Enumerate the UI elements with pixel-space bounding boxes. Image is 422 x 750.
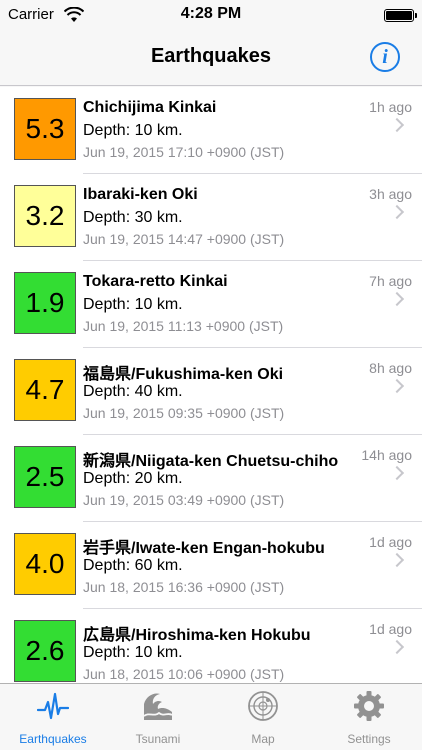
earthquake-row[interactable]: 4.0 岩手県/Iwate-ken Engan-hokubu Depth: 60… (0, 522, 422, 609)
epicenter-label: Ibaraki-ken Oki (83, 186, 198, 203)
time-ago-label: 8h ago (369, 360, 412, 376)
magnitude-badge: 2.5 (14, 446, 76, 508)
magnitude-badge: 3.2 (14, 185, 76, 247)
earthquake-row[interactable]: 5.3 Chichijima Kinkai Depth: 10 km. Jun … (0, 87, 422, 174)
depth-label: Depth: 10 km. (83, 644, 183, 661)
info-icon[interactable]: i (370, 42, 400, 72)
epicenter-label: 新潟県/Niigata-ken Chuetsu-chiho (83, 453, 339, 470)
time-ago-label: 1d ago (369, 621, 412, 637)
datetime-label: Jun 18, 2015 16:36 +0900 (JST) (83, 579, 285, 595)
gear-icon (354, 691, 384, 721)
datetime-label: Jun 19, 2015 03:49 +0900 (JST) (83, 492, 285, 508)
tab-tsunami[interactable]: Tsunami (105, 684, 211, 750)
epicenter-label: 広島県/Hiroshima-ken Hokubu (83, 627, 311, 644)
magnitude-badge: 4.7 (14, 359, 76, 421)
tab-label: Tsunami (135, 732, 181, 746)
chevron-right-icon (389, 465, 405, 481)
earthquake-row[interactable]: 3.2 Ibaraki-ken Oki Depth: 30 km. Jun 19… (0, 174, 422, 261)
tab-label: Settings (347, 732, 391, 746)
earthquake-row[interactable]: 2.5 新潟県/Niigata-ken Chuetsu-chiho Depth:… (0, 435, 422, 522)
seismograph-icon (37, 692, 69, 720)
time-ago-label: 3h ago (369, 186, 412, 202)
epicenter-label: 福島県/Fukushima-ken Oki (83, 366, 284, 383)
tab-label: Map (251, 732, 275, 746)
tab-label: Earthquakes (19, 732, 87, 746)
time-ago-label: 1h ago (369, 99, 412, 115)
depth-label: Depth: 30 km. (83, 209, 183, 226)
chevron-right-icon (389, 291, 405, 307)
datetime-label: Jun 18, 2015 10:06 +0900 (JST) (83, 666, 285, 682)
status-bar: Carrier 4:28 PM (0, 0, 422, 30)
datetime-label: Jun 19, 2015 09:35 +0900 (JST) (83, 405, 285, 421)
chevron-right-icon (389, 204, 405, 220)
navigation-bar: Earthquakes i (0, 30, 422, 86)
chevron-right-icon (389, 378, 405, 394)
earthquake-row[interactable]: 2.6 広島県/Hiroshima-ken Hokubu Depth: 10 k… (0, 609, 422, 683)
tab-bar: Earthquakes Tsunami Map Settings (0, 683, 422, 750)
depth-label: Depth: 20 km. (83, 470, 183, 487)
earthquake-row[interactable]: 1.9 Tokara-retto Kinkai Depth: 10 km. Ju… (0, 261, 422, 348)
depth-label: Depth: 40 km. (83, 383, 183, 400)
chevron-right-icon (389, 552, 405, 568)
datetime-label: Jun 19, 2015 11:13 +0900 (JST) (83, 318, 284, 334)
epicenter-label: Tokara-retto Kinkai (83, 273, 228, 290)
earthquake-list[interactable]: 5.3 Chichijima Kinkai Depth: 10 km. Jun … (0, 87, 422, 683)
tab-earthquakes[interactable]: Earthquakes (0, 684, 106, 750)
tab-map[interactable]: Map (210, 684, 316, 750)
chevron-right-icon (389, 639, 405, 655)
magnitude-badge: 5.3 (14, 98, 76, 160)
datetime-label: Jun 19, 2015 17:10 +0900 (JST) (83, 144, 285, 160)
battery-icon (384, 9, 417, 22)
magnitude-badge: 4.0 (14, 533, 76, 595)
time-ago-label: 1d ago (369, 534, 412, 550)
depth-label: Depth: 10 km. (83, 122, 183, 139)
clock: 4:28 PM (180, 5, 242, 22)
time-ago-label: 14h ago (361, 447, 412, 463)
epicenter-label: 岩手県/Iwate-ken Engan-hokubu (83, 540, 325, 557)
magnitude-badge: 1.9 (14, 272, 76, 334)
epicenter-label: Chichijima Kinkai (83, 99, 217, 116)
wave-icon (143, 693, 173, 720)
page-title: Earthquakes (150, 45, 272, 67)
magnitude-badge: 2.6 (14, 620, 76, 682)
datetime-label: Jun 19, 2015 14:47 +0900 (JST) (83, 231, 285, 247)
earthquake-row[interactable]: 4.7 福島県/Fukushima-ken Oki Depth: 40 km. … (0, 348, 422, 435)
depth-label: Depth: 60 km. (83, 557, 183, 574)
tab-settings[interactable]: Settings (316, 684, 422, 750)
radar-icon (248, 691, 278, 721)
depth-label: Depth: 10 km. (83, 296, 183, 313)
chevron-right-icon (389, 117, 405, 133)
time-ago-label: 7h ago (369, 273, 412, 289)
